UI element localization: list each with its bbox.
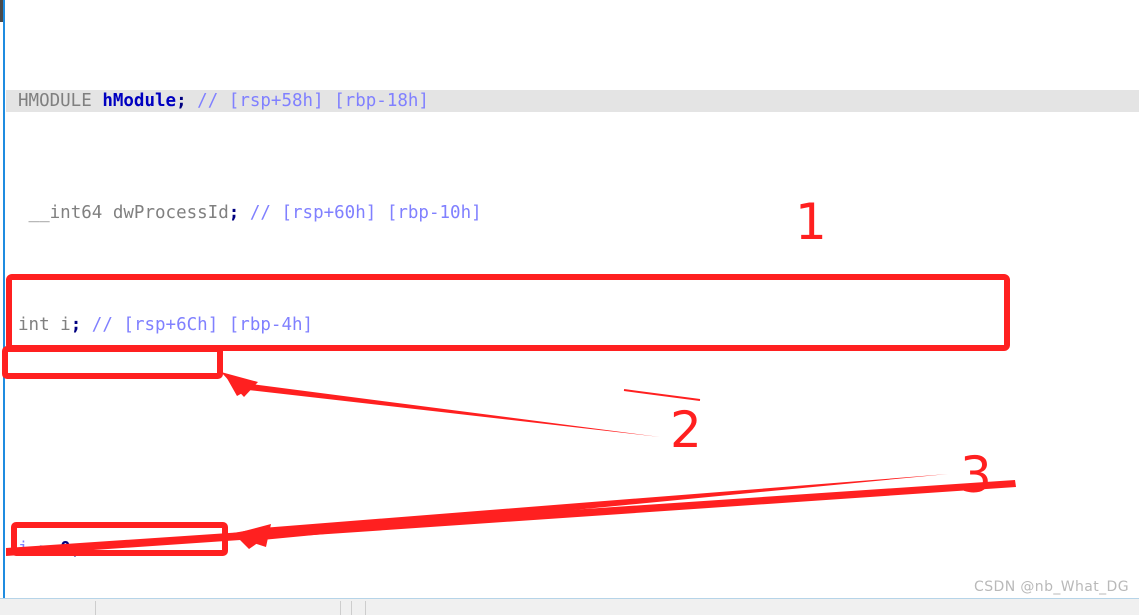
watermark: CSDN @nb_What_DG — [974, 579, 1129, 595]
editor-left-rule — [3, 0, 5, 598]
status-bar-separator — [340, 601, 341, 615]
status-bar-separator — [95, 601, 96, 615]
status-bar-separator — [351, 601, 352, 615]
status-bar-separator — [365, 601, 366, 615]
code-text[interactable]: HMODULE hModule; // [rsp+58h] [rbp-18h] … — [6, 0, 1139, 598]
code-line[interactable] — [6, 426, 1139, 448]
code-line[interactable]: i = 0; — [6, 538, 1139, 560]
annotation-number-2: 2 — [670, 401, 702, 459]
annotation-number-1: 1 — [795, 193, 827, 251]
code-line[interactable]: HMODULE hModule; // [rsp+58h] [rbp-18h] — [6, 89, 1139, 113]
annotation-number-3: 3 — [960, 446, 992, 504]
code-line[interactable]: __int64 dwProcessId; // [rsp+60h] [rbp-1… — [6, 202, 1139, 224]
code-editor-pane[interactable]: HMODULE hModule; // [rsp+58h] [rbp-18h] … — [0, 0, 1139, 598]
code-line[interactable]: int i; // [rsp+6Ch] [rbp-4h] — [6, 314, 1139, 336]
status-bar — [0, 598, 1139, 615]
pseudocode-window: HMODULE hModule; // [rsp+58h] [rbp-18h] … — [0, 0, 1139, 615]
